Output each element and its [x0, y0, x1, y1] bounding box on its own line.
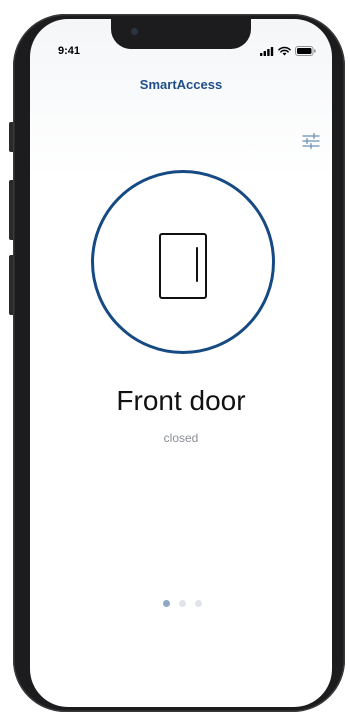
wifi-icon	[278, 46, 291, 56]
device-stage: 9:41 SmartAccess Front door closed	[0, 0, 350, 718]
page-dot-1[interactable]	[163, 600, 170, 607]
app-title: SmartAccess	[139, 77, 223, 92]
door-name: Front door	[116, 385, 246, 416]
door-status: closed	[163, 431, 199, 445]
status-icons	[260, 46, 316, 56]
cellular-signal-icon	[260, 46, 274, 56]
app-screen: 9:41 SmartAccess Front door closed	[30, 19, 332, 707]
page-dot-2[interactable]	[179, 600, 186, 607]
page-dot-3[interactable]	[195, 600, 202, 607]
status-time: 9:41	[58, 45, 81, 57]
front-camera	[131, 28, 138, 35]
notch	[111, 19, 251, 49]
door-icon	[159, 233, 207, 299]
page-indicator	[163, 600, 202, 607]
sliders-icon[interactable]	[302, 132, 320, 150]
battery-icon	[295, 46, 316, 56]
